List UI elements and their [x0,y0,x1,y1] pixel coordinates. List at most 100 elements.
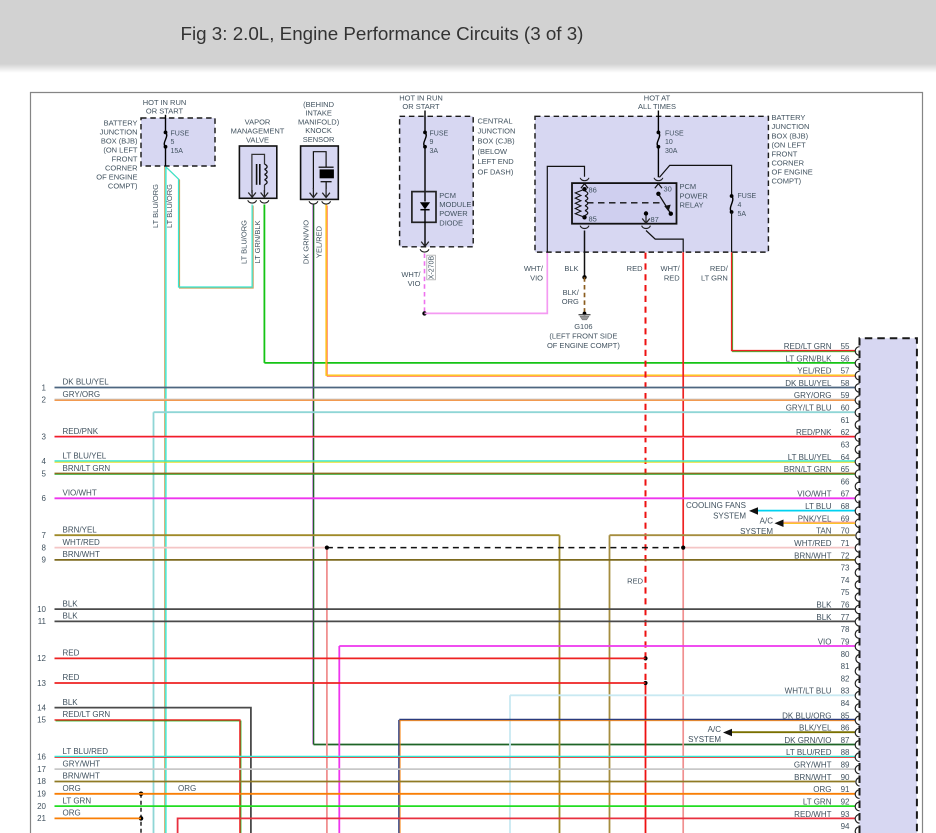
svg-text:5: 5 [171,139,175,146]
svg-text:MODULE: MODULE [439,200,471,209]
svg-text:74: 74 [841,576,850,585]
svg-text:15: 15 [37,716,46,725]
svg-text:WHT/: WHT/ [401,270,421,279]
svg-text:BATTERY: BATTERY [104,118,138,127]
svg-text:11: 11 [38,617,47,626]
svg-text:FRONT: FRONT [112,155,138,164]
svg-text:65: 65 [841,465,850,474]
svg-text:JUNCTION: JUNCTION [478,127,516,136]
svg-text:BLK: BLK [816,601,832,610]
svg-text:3A: 3A [430,148,439,155]
svg-text:68: 68 [841,502,850,511]
svg-text:GRY/WHT: GRY/WHT [63,759,101,768]
svg-text:60: 60 [841,404,850,413]
svg-text:82: 82 [841,674,850,683]
svg-text:15A: 15A [171,148,184,155]
svg-text:WHT/RED: WHT/RED [794,539,832,548]
svg-text:JUNCTION: JUNCTION [100,127,138,136]
svg-text:DK GRN/VIO: DK GRN/VIO [784,736,831,745]
svg-text:70: 70 [841,527,850,536]
svg-text:55: 55 [841,342,850,351]
svg-text:87: 87 [841,736,850,745]
svg-text:GRY/ORG: GRY/ORG [63,390,101,399]
svg-text:BLK: BLK [63,612,79,621]
svg-text:WHT/RED: WHT/RED [63,538,101,547]
svg-text:17: 17 [37,765,46,774]
svg-text:LT GRN/BLK: LT GRN/BLK [786,354,833,363]
svg-text:OF ENGINE COMPT): OF ENGINE COMPT) [547,341,620,350]
svg-text:92: 92 [841,798,850,807]
svg-text:83: 83 [841,687,850,696]
svg-text:BLK: BLK [816,613,832,622]
svg-text:BRN/YEL: BRN/YEL [63,526,98,535]
svg-text:56: 56 [841,354,850,363]
svg-text:TAN: TAN [816,527,832,536]
svg-text:ALL TIMES: ALL TIMES [638,102,676,111]
svg-text:VAPOR: VAPOR [245,118,271,127]
svg-text:CORNER: CORNER [772,158,805,167]
svg-text:LT BLU/ORG: LT BLU/ORG [240,220,249,264]
svg-text:30A: 30A [665,148,678,155]
svg-text:ORG: ORG [63,784,81,793]
svg-text:RED/PNK: RED/PNK [796,428,832,437]
svg-text:(BEHIND: (BEHIND [303,100,334,109]
svg-text:67: 67 [841,490,850,499]
svg-text:4: 4 [738,202,742,209]
svg-text:59: 59 [841,391,850,400]
svg-text:COOLING FANS: COOLING FANS [686,501,746,510]
svg-text:LT BLU/ORG: LT BLU/ORG [165,184,174,228]
svg-text:OR START: OR START [146,107,184,116]
svg-text:GRY/LT BLU: GRY/LT BLU [786,404,832,413]
svg-text:SYSTEM: SYSTEM [688,735,721,744]
svg-text:PCM: PCM [680,182,697,191]
svg-text:BOX (CJB): BOX (CJB) [478,137,516,146]
svg-text:77: 77 [841,613,850,622]
svg-text:BOX (BJB): BOX (BJB) [772,131,809,140]
svg-text:RED/PNK: RED/PNK [63,427,99,436]
svg-text:CENTRAL: CENTRAL [478,116,513,125]
svg-text:84: 84 [841,699,850,708]
svg-text:(BELOW: (BELOW [478,147,509,156]
svg-text:VIO: VIO [818,637,832,646]
svg-text:58: 58 [841,379,850,388]
svg-text:BRN/WHT: BRN/WHT [63,550,100,559]
svg-text:POWER: POWER [680,191,709,200]
svg-text:MANAGEMENT: MANAGEMENT [231,127,285,136]
svg-text:COMPT): COMPT) [108,182,138,191]
svg-text:LT GRN: LT GRN [63,796,92,805]
svg-text:BLK: BLK [564,264,578,273]
svg-text:10: 10 [665,139,673,146]
svg-text:LEFT END: LEFT END [478,157,515,166]
svg-text:61: 61 [841,416,850,425]
svg-text:18: 18 [37,777,46,786]
svg-text:A/C: A/C [760,517,774,526]
svg-text:9: 9 [42,556,47,565]
svg-text:RED: RED [627,264,643,273]
svg-text:VIO/WHT: VIO/WHT [797,490,831,499]
svg-text:6: 6 [42,494,47,503]
svg-text:78: 78 [841,625,850,634]
svg-text:75: 75 [841,588,850,597]
svg-text:FUSE: FUSE [665,130,684,137]
svg-text:88: 88 [841,748,850,757]
svg-text:Fig 3: 2.0L, Engine Performanc: Fig 3: 2.0L, Engine Performance Circuits… [181,23,584,44]
svg-text:LT BLU/YEL: LT BLU/YEL [63,452,107,461]
svg-text:89: 89 [841,761,850,770]
svg-text:10: 10 [37,605,46,614]
svg-text:LT BLU/RED: LT BLU/RED [786,748,832,757]
svg-text:PCM: PCM [439,191,456,200]
svg-text:LT BLU/YEL: LT BLU/YEL [788,453,832,462]
svg-text:1: 1 [42,383,47,392]
svg-text:A/C: A/C [708,725,722,734]
svg-text:DK BLU/ORG: DK BLU/ORG [782,711,831,720]
svg-text:LT BLU: LT BLU [805,502,832,511]
svg-text:85: 85 [841,711,850,720]
svg-text:7: 7 [42,531,47,540]
svg-text:RED/LT GRN: RED/LT GRN [784,342,832,351]
svg-text:2: 2 [42,396,47,405]
svg-text:30: 30 [664,185,672,194]
svg-text:ORG: ORG [562,297,579,306]
svg-text:WHT/: WHT/ [524,264,544,273]
svg-text:13: 13 [37,679,46,688]
svg-text:POWER: POWER [439,209,468,218]
